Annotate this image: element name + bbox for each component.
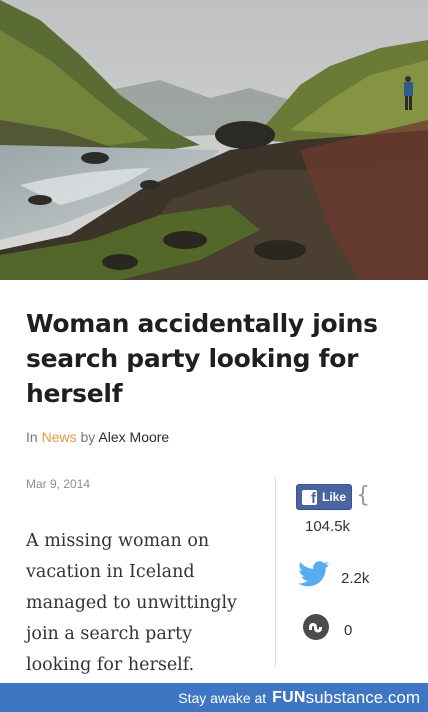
author-link[interactable]: Alex Moore [98,429,169,445]
footer-brand-fun: FUN [272,688,306,706]
count-bubble-arrow-icon: { [356,483,370,508]
byline-by: by [80,429,96,445]
twitter-bird-icon[interactable] [298,561,330,592]
category-link[interactable]: News [42,429,77,445]
facebook-like-button[interactable]: f Like [296,484,352,510]
footer-brand-substance: substance.com [305,687,420,707]
footer-tagline: Stay awake at [178,689,267,706]
article-summary: A missing woman on vacation in Iceland m… [26,531,237,675]
publish-date: Mar 9, 2014 [26,477,91,491]
facebook-icon: f [302,489,317,507]
facebook-like-count: 104.5k [305,518,351,535]
article-headline[interactable]: Woman accidentally joins search party lo… [26,306,416,411]
hero-image [0,0,428,280]
vertical-divider [275,477,276,667]
stumbleupon-count: 0 [344,622,353,639]
twitter-share-count: 2.2k [341,570,370,587]
like-label: Like [322,490,347,504]
stumbleupon-icon[interactable] [303,614,329,640]
byline-prefix: In [26,429,38,445]
byline: In News by Alex Moore [26,429,169,445]
footer-banner[interactable]: Stay awake at FUN substance.com [0,683,428,712]
